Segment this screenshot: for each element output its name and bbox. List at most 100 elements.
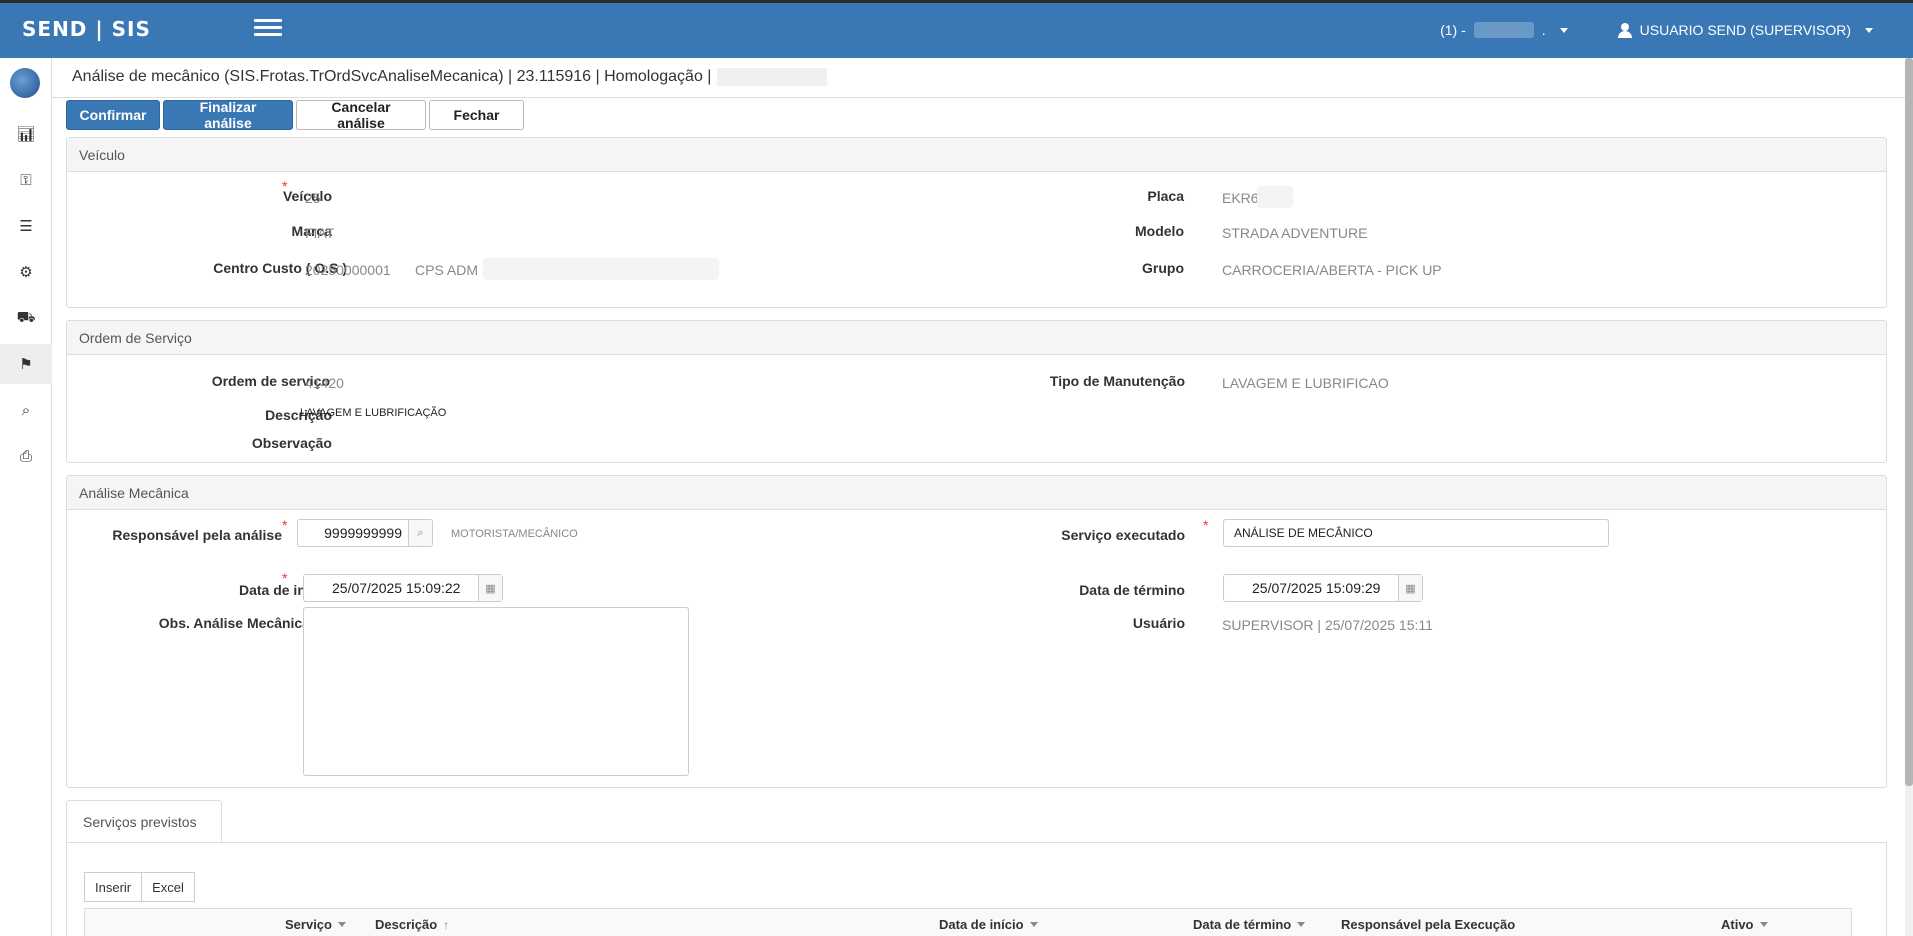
column-data-termino-label: Data de término [1193, 917, 1292, 932]
divider [52, 97, 1905, 98]
key-icon[interactable]: ⚿ [0, 160, 52, 200]
sort-icon [1297, 922, 1306, 927]
chevron-down-icon [1865, 27, 1873, 33]
obs-analise-label: Obs. Análise Mecânica [158, 615, 310, 631]
print-icon[interactable]: ⎙ [0, 436, 52, 476]
excel-button[interactable]: Excel [142, 872, 195, 902]
redacted-block [717, 68, 828, 86]
insert-button[interactable]: Inserir [84, 872, 143, 902]
top-navbar: SEND | SIS (1) - . USUARIO SEND (SUPERVI… [0, 0, 1913, 58]
app-brand[interactable]: SEND | SIS [22, 17, 151, 41]
chart-icon[interactable]: 📊︎ [0, 114, 52, 154]
column-descricao[interactable]: Descrição ↑ [375, 917, 449, 932]
descricao-value: LAVAGEM E LUBRIFICAÇÃO [300, 407, 447, 419]
page-title: Análise de mecânico (SIS.Frotas.TrOrdSvc… [72, 68, 828, 86]
user-label: USUARIO SEND (SUPERVISOR) [1639, 22, 1851, 38]
column-ativo-label: Ativo [1721, 917, 1754, 932]
data-inicio-label: Data de início [238, 582, 330, 598]
gears-icon[interactable]: ⚙ [0, 252, 52, 292]
page-title-text: Análise de mecânico (SIS.Frotas.TrOrdSvc… [72, 68, 712, 86]
veiculo-value: 25 [305, 190, 321, 206]
menu-toggle-icon[interactable] [254, 19, 282, 39]
data-termino-label: Data de término [1079, 582, 1185, 598]
calendar-icon[interactable]: ▦ [478, 575, 502, 601]
required-marker: * [1203, 517, 1209, 533]
servico-executado-label: Serviço executado [1061, 527, 1185, 543]
action-toolbar: Confirmar Finalizar análise Cancelar aná… [66, 99, 524, 131]
service-order-panel-header: Ordem de Serviço [67, 321, 1886, 355]
ordem-servico-label: Ordem de serviço [211, 373, 330, 389]
required-marker: * [282, 178, 288, 194]
redacted-block [483, 258, 719, 280]
page-scrollbar[interactable] [1905, 58, 1913, 936]
usuario-value: SUPERVISOR | 25/07/2025 15:11 [1222, 617, 1433, 633]
column-responsavel-label: Responsável pela Execução [1341, 917, 1516, 932]
required-marker: * [282, 517, 288, 533]
observacao-label: Observação [251, 435, 332, 451]
sort-icon [1759, 922, 1768, 927]
flag-hand-icon[interactable]: ⚑ [0, 344, 52, 384]
truck-icon[interactable]: ⛟ [0, 298, 52, 338]
grid-toolbar: Inserir Excel [84, 872, 195, 902]
service-order-panel: Ordem de Serviço Ordem de serviço 41420 … [66, 320, 1887, 463]
grupo-value: CARROCERIA/ABERTA - PICK UP [1222, 262, 1442, 278]
analysis-panel: Análise Mecânica Responsável pela anális… [66, 475, 1887, 788]
tipo-manutencao-label: Tipo de Manutenção [1049, 373, 1185, 389]
vehicle-panel: Veículo Veículo * 25 Marca FIAT Centro C… [66, 137, 1887, 308]
confirm-button[interactable]: Confirmar [66, 100, 160, 130]
modelo-value: STRADA ADVENTURE [1222, 225, 1368, 241]
column-data-inicio[interactable]: Data de início [939, 917, 1038, 932]
list-icon[interactable]: ☰ [0, 206, 52, 246]
redacted-block [1257, 186, 1293, 208]
responsavel-input[interactable]: 9999999999 ⌕ [297, 519, 433, 547]
column-ativo[interactable]: Ativo [1721, 917, 1768, 932]
data-inicio-input[interactable]: 25/07/2025 15:09:22 ▦ [303, 574, 503, 602]
chevron-down-icon [1559, 27, 1568, 33]
sidebar: 📊︎ ⚿ ☰ ⚙ ⛟ ⚑ ⌕ ⎙ [0, 58, 52, 936]
tipo-manutencao-value: LAVAGEM E LUBRIFICAO [1222, 375, 1389, 391]
org-name-redacted [1473, 22, 1534, 38]
usuario-label: Usuário [1132, 615, 1185, 631]
grid-header: Serviço Descrição ↑ Data de início Data d… [84, 908, 1852, 936]
user-icon [1617, 23, 1632, 38]
responsavel-description: MOTORISTA/MECÂNICO [451, 528, 578, 540]
responsavel-label: Responsável pela análise [112, 527, 282, 543]
user-menu[interactable]: USUARIO SEND (SUPERVISOR) [1617, 22, 1873, 38]
modelo-label: Modelo [1135, 223, 1184, 239]
grupo-label: Grupo [1142, 260, 1184, 276]
required-marker: * [282, 570, 288, 586]
sort-icon [1029, 922, 1038, 927]
org-prefix: (1) - [1440, 22, 1466, 38]
data-termino-input[interactable]: 25/07/2025 15:09:29 ▦ [1223, 574, 1423, 602]
analysis-panel-header: Análise Mecânica [67, 476, 1886, 510]
responsavel-input-value: 9999999999 [324, 525, 402, 541]
calendar-icon[interactable]: ▦ [1398, 575, 1422, 601]
finish-analysis-button[interactable]: Finalizar análise [163, 99, 293, 131]
tab-servicos-previstos[interactable]: Serviços previstos [66, 800, 222, 842]
obs-analise-textarea[interactable] [303, 607, 689, 776]
scrollbar-thumb[interactable] [1905, 58, 1913, 786]
column-data-termino[interactable]: Data de término [1193, 917, 1306, 932]
placa-value: EKR6 [1222, 190, 1259, 206]
centro-custo-code: 20250000001 [305, 262, 391, 278]
column-data-inicio-label: Data de início [939, 917, 1024, 932]
sort-icon [337, 922, 346, 927]
placa-label: Placa [1147, 188, 1184, 204]
column-servico[interactable]: Serviço [285, 917, 346, 932]
column-responsavel[interactable]: Responsável pela Execução [1341, 917, 1515, 932]
data-inicio-value: 25/07/2025 15:09:22 [332, 580, 461, 596]
ordem-servico-value: 41420 [305, 375, 344, 391]
marca-value: FIAT [305, 225, 335, 241]
close-button[interactable]: Fechar [429, 100, 524, 130]
search-icon[interactable]: ⌕ [0, 390, 52, 430]
org-suffix: . [1541, 22, 1546, 38]
servico-executado-input[interactable]: ANÁLISE DE MECÂNICO [1223, 519, 1609, 547]
org-selector[interactable]: (1) - . [1440, 22, 1568, 38]
column-descricao-label: Descrição [375, 917, 438, 932]
data-termino-value: 25/07/2025 15:09:29 [1252, 580, 1381, 596]
servico-executado-value: ANÁLISE DE MECÂNICO [1234, 526, 1373, 540]
search-icon[interactable]: ⌕ [408, 520, 432, 546]
centro-custo-name: CPS ADM [415, 262, 479, 278]
cancel-analysis-button[interactable]: Cancelar análise [296, 99, 426, 131]
logo-icon[interactable] [10, 68, 40, 98]
